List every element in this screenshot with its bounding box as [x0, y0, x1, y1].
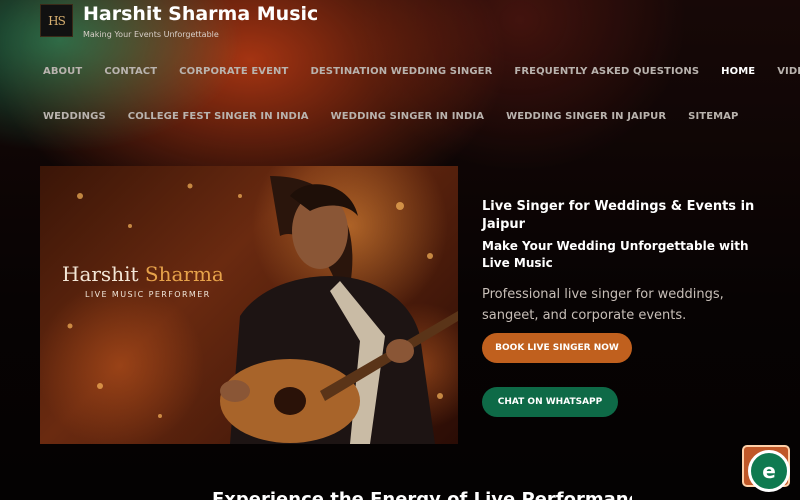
hero-image: Harshit Sharma LIVE MUSIC PERFORMER — [40, 166, 458, 444]
nav-row-1: ABOUT CONTACT CORPORATE EVENT DESTINATIO… — [0, 56, 800, 86]
hero-description: Professional live singer for weddings, s… — [482, 287, 724, 323]
hero-image-last-name: Sharma — [144, 262, 224, 286]
nav-link-faq[interactable]: FREQUENTLY ASKED QUESTIONS — [514, 66, 699, 77]
main-navigation: ABOUT CONTACT CORPORATE EVENT DESTINATIO… — [0, 56, 800, 131]
nav-link-college-fest-singer[interactable]: COLLEGE FEST SINGER IN INDIA — [128, 111, 309, 122]
hero-image-subtitle: LIVE MUSIC PERFORMER — [85, 290, 211, 299]
nav-link-videos[interactable]: VIDEOS — [777, 66, 800, 77]
logo-text: HS — [48, 13, 66, 28]
nav-link-contact[interactable]: CONTACT — [104, 66, 157, 77]
hero-image-name: Harshit Sharma — [62, 262, 224, 286]
site-header: HS Harshit Sharma Music Making Your Even… — [40, 4, 318, 40]
hero-text-block: Live Singer for Weddings & Events in Jai… — [482, 198, 772, 326]
nav-row-2: WEDDINGS COLLEGE FEST SINGER IN INDIA WE… — [0, 101, 800, 131]
hero-heading-primary: Live Singer for Weddings & Events in Jai… — [482, 199, 755, 232]
nav-link-corporate-event[interactable]: CORPORATE EVENT — [179, 66, 288, 77]
chat-on-whatsapp-button[interactable]: CHAT ON WHATSAPP — [482, 387, 618, 417]
site-logo[interactable]: HS — [40, 4, 73, 37]
nav-link-weddings[interactable]: WEDDINGS — [43, 111, 106, 122]
nav-link-home[interactable]: HOME — [721, 66, 755, 77]
nav-link-about[interactable]: ABOUT — [43, 66, 82, 77]
performer-illustration — [67, 176, 458, 444]
hero-heading-secondary: Make Your Wedding Unforgettable with Liv… — [482, 239, 749, 270]
book-live-singer-button[interactable]: BOOK LIVE SINGER NOW — [482, 333, 632, 363]
nav-link-wedding-singer-jaipur[interactable]: WEDDING SINGER IN JAIPUR — [506, 111, 666, 122]
chat-widget-glyph: e — [762, 459, 776, 483]
nav-link-destination-wedding-singer[interactable]: DESTINATION WEDDING SINGER — [310, 66, 492, 77]
hero-image-first-name: Harshit — [62, 262, 139, 286]
chat-widget-icon[interactable]: e — [748, 450, 790, 492]
site-title[interactable]: Harshit Sharma Music — [83, 4, 318, 24]
nav-link-wedding-singer-india[interactable]: WEDDING SINGER IN INDIA — [331, 111, 484, 122]
section-heading: Experience the Energy of Live Performanc… — [212, 490, 632, 500]
nav-link-sitemap[interactable]: SITEMAP — [688, 111, 738, 122]
brand-block: Harshit Sharma Music Making Your Events … — [83, 4, 318, 39]
site-tagline: Making Your Events Unforgettable — [83, 30, 219, 39]
